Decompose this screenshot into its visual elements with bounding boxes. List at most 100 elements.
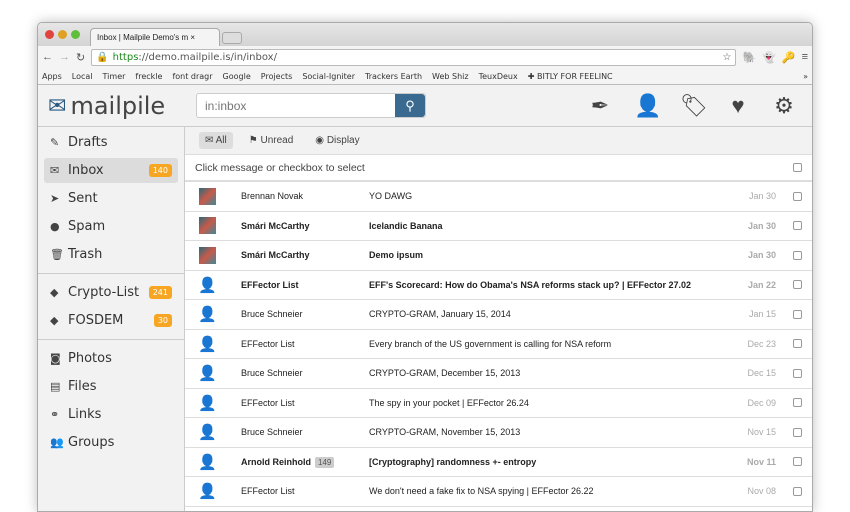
message-checkbox[interactable] xyxy=(793,191,802,201)
bookmark-item[interactable]: Timer xyxy=(103,72,126,81)
lock-icon: 🔒 xyxy=(96,51,109,63)
sidebar-item-sent[interactable]: ➤ Sent xyxy=(44,186,178,211)
settings-gear-icon[interactable]: ⚙ xyxy=(772,93,796,119)
message-subject: YO DAWG xyxy=(369,191,413,202)
message-checkbox[interactable] xyxy=(793,368,802,378)
tags-icon[interactable]: 🏷 xyxy=(680,93,708,119)
bookmark-item[interactable]: Projects xyxy=(261,72,293,81)
menu-icon[interactable]: ≡ xyxy=(802,51,808,63)
filter-unread[interactable]: ⚑ Unread xyxy=(243,132,300,149)
message-checkbox[interactable] xyxy=(793,250,802,260)
evernote-icon[interactable]: 🐘 xyxy=(742,51,756,64)
message-checkbox[interactable] xyxy=(793,280,802,290)
ghostery-icon[interactable]: 👻 xyxy=(762,51,776,64)
message-list-pane: ✉ All ⚑ Unread ◉ Display Click message o… xyxy=(185,127,812,511)
default-avatar-icon: 👤 xyxy=(198,306,217,324)
bookmark-item[interactable]: Social-Igniter xyxy=(302,72,355,81)
avatar xyxy=(199,217,216,235)
bookmark-item[interactable]: Google xyxy=(223,72,251,81)
heart-icon[interactable]: ♥ xyxy=(726,93,750,119)
bookmark-item[interactable]: Local xyxy=(72,72,93,81)
sidebar-item-trash[interactable]: 🗑 Trash xyxy=(44,242,178,267)
message-row[interactable]: Brennan Novak YO DAWG Jan 30 xyxy=(185,182,812,212)
message-row[interactable]: Smári McCarthy Demo ipsum Jan 30 xyxy=(185,241,812,271)
message-row[interactable]: 👤 Arnold Reinhold 149 [Cryptography] rand… xyxy=(185,448,812,477)
message-row[interactable]: 👤 Bruce Schneier CRYPTO-GRAM, December 1… xyxy=(185,359,812,389)
sidebar-item-label: Trash xyxy=(68,247,103,262)
bookmark-item[interactable]: Apps xyxy=(42,72,62,81)
star-icon[interactable]: ☆ xyxy=(723,52,732,63)
message-checkbox[interactable] xyxy=(793,339,802,349)
message-checkbox[interactable] xyxy=(793,309,802,319)
back-icon[interactable]: ← xyxy=(42,51,53,63)
more-bookmarks-button[interactable]: » xyxy=(803,72,808,81)
message-row[interactable]: 👤 EFFector List Every branch of the US g… xyxy=(185,330,812,359)
select-all-checkbox[interactable] xyxy=(793,163,802,172)
message-subject: [Cryptography] randomness +- entropy xyxy=(369,456,537,467)
sidebar-item-photos[interactable]: ◙ Photos xyxy=(44,346,178,371)
bookmark-item[interactable]: font dragr xyxy=(172,72,212,81)
forward-icon[interactable]: → xyxy=(59,51,70,63)
message-subject: EFF's Scorecard: How do Obama's NSA refo… xyxy=(369,279,692,290)
filter-display[interactable]: ◉ Display xyxy=(309,132,365,149)
message-checkbox[interactable] xyxy=(793,486,802,496)
sidebar-item-label: Spam xyxy=(68,219,106,234)
search-input[interactable] xyxy=(197,94,395,117)
logo-text: mailpile xyxy=(70,92,166,120)
message-date: Jan 30 xyxy=(748,191,776,202)
contacts-person-icon[interactable]: 👤 xyxy=(634,93,661,119)
compose-pen-icon[interactable]: ✒ xyxy=(588,93,612,119)
sidebar-item-label: Photos xyxy=(68,351,112,366)
mailpile-logo[interactable]: ✉ mailpile xyxy=(48,92,165,120)
bookmark-item[interactable]: Trackers Earth xyxy=(365,72,422,81)
url-field[interactable]: 🔒 https://demo.mailpile.is/in/inbox/ ☆ xyxy=(91,48,737,66)
message-row[interactable]: 👤 Bruce Schneier CRYPTO-GRAM, January 15… xyxy=(185,300,812,330)
divider xyxy=(38,273,184,274)
sidebar-item-fosdem[interactable]: ◆ FOSDEM 30 xyxy=(44,308,178,333)
search-button[interactable]: ⚲ xyxy=(395,94,425,117)
message-row[interactable]: 👤 EFFector List The spy in your pocket |… xyxy=(185,389,812,418)
reload-icon[interactable]: ↻ xyxy=(76,51,85,64)
message-sender: EFFector List xyxy=(241,397,295,408)
sidebar-item-files[interactable]: ▤ Files xyxy=(44,374,178,399)
minimize-window-button[interactable] xyxy=(58,30,67,39)
sidebar-item-label: Inbox xyxy=(68,163,104,178)
message-row[interactable]: Smári McCarthy Icelandic Banana Jan 30 xyxy=(185,212,812,241)
sidebar-item-spam[interactable]: ● Spam xyxy=(44,214,178,239)
bookmark-item[interactable]: freckle xyxy=(135,72,162,81)
message-subject: Icelandic Banana xyxy=(369,220,443,231)
filter-all[interactable]: ✉ All xyxy=(199,132,233,149)
close-window-button[interactable] xyxy=(45,30,54,39)
new-tab-button[interactable] xyxy=(222,32,242,44)
unread-count-badge: 140 xyxy=(148,164,172,177)
sidebar-item-label: FOSDEM xyxy=(68,313,124,328)
sidebar-item-inbox[interactable]: ✉ Inbox 140 xyxy=(44,158,178,183)
zoom-window-button[interactable] xyxy=(71,30,80,39)
bookmark-item[interactable]: ✚ BITLY FOR FEELINC xyxy=(528,72,613,81)
message-row[interactable]: 👤 EFFector List EFF's Scorecard: How do … xyxy=(185,271,812,300)
message-date: Jan 30 xyxy=(747,220,776,231)
filter-all-label: All xyxy=(215,135,227,146)
sidebar-item-label: Files xyxy=(68,379,97,394)
default-avatar-icon: 👤 xyxy=(198,335,217,353)
browser-tab[interactable]: Inbox | Mailpile Demo's m × xyxy=(90,28,220,46)
sidebar-item-label: Drafts xyxy=(68,135,108,150)
sidebar-item-groups[interactable]: 👥 Groups xyxy=(44,430,178,455)
message-checkbox[interactable] xyxy=(793,221,802,231)
message-checkbox[interactable] xyxy=(793,457,802,467)
message-checkbox[interactable] xyxy=(793,427,802,437)
bookmark-item[interactable]: Web Shiz xyxy=(432,72,469,81)
message-subject: CRYPTO-GRAM, January 15, 2014 xyxy=(369,309,511,320)
sidebar-item-links[interactable]: ⚭ Links xyxy=(44,402,178,427)
message-row[interactable]: 👤 EFFector List We don't need a fake fix… xyxy=(185,477,812,507)
default-avatar-icon: 👤 xyxy=(198,276,217,294)
key-icon[interactable]: 🔑 xyxy=(782,51,796,64)
sidebar-item-drafts[interactable]: ✎ Drafts xyxy=(44,130,178,155)
bookmark-item[interactable]: TeuxDeux xyxy=(479,72,518,81)
sidebar-item-crypto-list[interactable]: ◆ Crypto-List 241 xyxy=(44,280,178,305)
message-checkbox[interactable] xyxy=(793,398,802,408)
message-sender: Arnold Reinhold xyxy=(241,456,311,467)
message-row[interactable]: 👤 Bruce Schneier CRYPTO-GRAM, November 1… xyxy=(185,418,812,448)
unread-count-badge: 30 xyxy=(153,314,172,327)
default-avatar-icon: 👤 xyxy=(198,365,217,383)
